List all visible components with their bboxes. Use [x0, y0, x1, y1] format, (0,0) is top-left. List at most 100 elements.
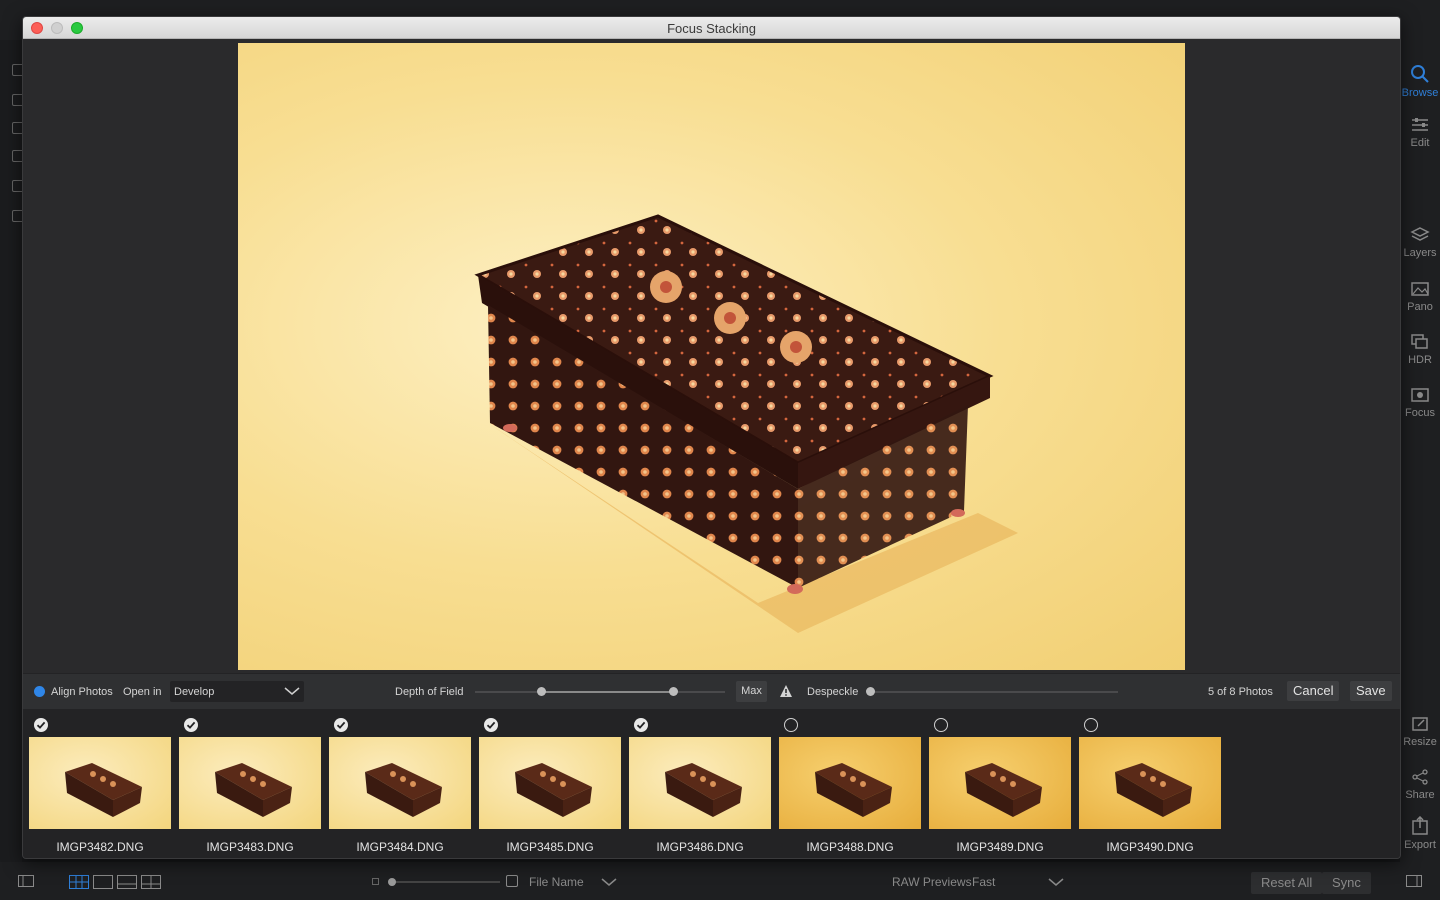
thumbnail-image[interactable]: [179, 737, 321, 829]
focus-stack-icon: [1411, 388, 1429, 402]
open-in-value: Develop: [174, 686, 215, 698]
thumbnail-filename: IMGP3484.DNG: [356, 840, 444, 854]
detail-view-icon[interactable]: [93, 875, 113, 889]
thumbnail-filename: IMGP3483.DNG: [206, 840, 294, 854]
edit-tool[interactable]: Edit: [1400, 116, 1440, 149]
thumbnail-image[interactable]: [629, 737, 771, 829]
background-bottom-bar: File Name RAW Previews Fast Reset All Sy…: [0, 862, 1440, 900]
thumbnail-item[interactable]: IMGP3489.DNG: [929, 709, 1074, 858]
thumbnail-filename: IMGP3485.DNG: [506, 840, 594, 854]
app-root: Browse Edit Layers Pano HDR Focus Resize: [0, 0, 1440, 900]
export-icon: [1412, 816, 1428, 835]
checkmark-icon[interactable]: [34, 718, 48, 732]
pano-tool[interactable]: Pano: [1400, 280, 1440, 313]
share-tool[interactable]: Share: [1400, 768, 1440, 801]
tool-label-pano: Pano: [1407, 301, 1433, 313]
thumbnail-strip: IMGP3482.DNG IMGP3483.DNG IMGP3484.DNG IMGP…: [23, 709, 1400, 858]
sort-checkbox[interactable]: [506, 875, 518, 887]
thumbnail-item[interactable]: IMGP3488.DNG: [779, 709, 924, 858]
sliders-icon: [1412, 118, 1428, 131]
dialog-title: Focus Stacking: [667, 21, 756, 36]
thumbnail-size-knob[interactable]: [388, 878, 396, 886]
checkmark-icon[interactable]: [184, 718, 198, 732]
cancel-button[interactable]: Cancel: [1287, 681, 1340, 701]
checkmark-icon[interactable]: [334, 718, 348, 732]
thumbnail-filename: IMGP3482.DNG: [56, 840, 144, 854]
right-panel-toggle-icon[interactable]: [1406, 875, 1422, 887]
raw-previews-label: RAW Previews: [892, 875, 972, 889]
preview-area: [23, 39, 1400, 673]
depth-of-field-min-handle[interactable]: [537, 687, 546, 696]
save-button[interactable]: Save: [1350, 681, 1392, 701]
hdr-icon: [1411, 334, 1428, 349]
dialog-title-bar: Focus Stacking: [23, 17, 1400, 39]
thumbnail-image[interactable]: [479, 737, 621, 829]
thumbnail-item[interactable]: IMGP3482.DNG: [29, 709, 174, 858]
filmstrip-view-icon[interactable]: [117, 875, 137, 889]
sync-button[interactable]: Sync: [1322, 872, 1371, 894]
stacked-preview-image: [238, 43, 1185, 670]
checkmark-icon[interactable]: [484, 718, 498, 732]
thumbnail-item[interactable]: IMGP3486.DNG: [629, 709, 774, 858]
photo-count: 5 of 8 Photos: [1208, 686, 1273, 698]
tool-label-hdr: HDR: [1408, 354, 1432, 366]
tool-label-layers: Layers: [1403, 247, 1437, 259]
checkmark-icon[interactable]: [634, 718, 648, 732]
browse-tool[interactable]: Browse: [1400, 62, 1440, 99]
compare-view-icon[interactable]: [141, 875, 161, 889]
despeckle-label: Despeckle: [807, 686, 859, 698]
share-icon: [1412, 769, 1428, 785]
tool-label-browse: Browse: [1401, 87, 1439, 99]
panorama-icon: [1411, 282, 1429, 296]
thumbnail-image[interactable]: [929, 737, 1071, 829]
unselected-circle-icon[interactable]: [1084, 718, 1098, 732]
align-photos-toggle[interactable]: [34, 686, 45, 697]
thumbnail-item[interactable]: IMGP3484.DNG: [329, 709, 474, 858]
open-in-label: Open in: [123, 686, 162, 698]
thumbnail-item[interactable]: IMGP3490.DNG: [1079, 709, 1224, 858]
thumbnail-item[interactable]: IMGP3483.DNG: [179, 709, 324, 858]
chevron-down-icon[interactable]: [1048, 877, 1064, 887]
warning-icon: [780, 685, 792, 697]
unselected-circle-icon[interactable]: [784, 718, 798, 732]
tool-label-edit: Edit: [1410, 137, 1430, 149]
focus-tool[interactable]: Focus: [1400, 386, 1440, 419]
thumbnail-filename: IMGP3486.DNG: [656, 840, 744, 854]
right-module-panel: Browse Edit Layers Pano HDR Focus Resize: [1400, 40, 1440, 862]
open-in-select[interactable]: Develop: [170, 681, 304, 702]
sort-field-label[interactable]: File Name: [529, 875, 584, 889]
reset-all-button[interactable]: Reset All: [1251, 872, 1323, 894]
grid-view-icon[interactable]: [69, 875, 89, 889]
jewelry-box-photo: [474, 214, 1018, 633]
layers-tool[interactable]: Layers: [1400, 226, 1440, 259]
depth-of-field-label: Depth of Field: [395, 686, 464, 698]
chevron-down-icon: [284, 687, 300, 695]
browse-icon: [1411, 65, 1429, 83]
max-button[interactable]: Max: [736, 681, 767, 702]
depth-of-field-range: [542, 691, 674, 693]
thumbnail-image[interactable]: [29, 737, 171, 829]
align-photos-label[interactable]: Align Photos: [51, 686, 113, 698]
thumbnail-size-slider[interactable]: [390, 881, 500, 883]
thumbnail-image[interactable]: [779, 737, 921, 829]
thumbnail-filename: IMGP3488.DNG: [806, 840, 894, 854]
focus-stacking-dialog: Focus Stacking Align Photos Open in Deve…: [22, 16, 1401, 859]
resize-icon: [1412, 717, 1428, 731]
thumbnail-item[interactable]: IMGP3485.DNG: [479, 709, 624, 858]
tool-label-focus: Focus: [1405, 407, 1435, 419]
thumbnail-image[interactable]: [1079, 737, 1221, 829]
depth-of-field-max-handle[interactable]: [669, 687, 678, 696]
chevron-down-icon[interactable]: [601, 877, 617, 887]
export-tool[interactable]: Export: [1400, 816, 1440, 851]
sidebar-toggle-icon[interactable]: [18, 875, 34, 887]
raw-previews-select[interactable]: Fast: [972, 875, 995, 889]
resize-tool[interactable]: Resize: [1400, 715, 1440, 748]
layers-icon: [1410, 227, 1430, 241]
hdr-tool[interactable]: HDR: [1400, 333, 1440, 366]
tool-label-resize: Resize: [1403, 736, 1437, 748]
thumbnail-image[interactable]: [329, 737, 471, 829]
despeckle-handle[interactable]: [866, 687, 875, 696]
unselected-circle-icon[interactable]: [934, 718, 948, 732]
despeckle-slider[interactable]: [869, 691, 1118, 693]
background-left-toolbar: [0, 40, 24, 862]
